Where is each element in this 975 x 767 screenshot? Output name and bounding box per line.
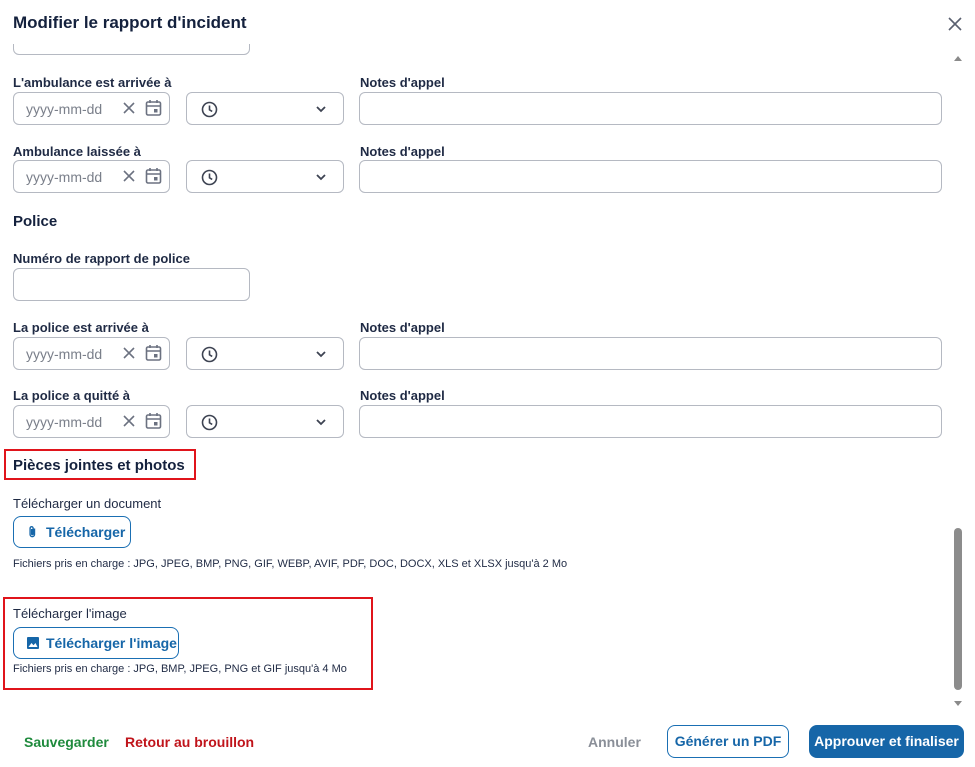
partial-input[interactable] bbox=[13, 44, 250, 55]
image-icon bbox=[27, 637, 39, 649]
police-arrived-label: La police est arrivée à bbox=[13, 320, 149, 335]
ambulance-left-date[interactable]: yyyy-mm-dd bbox=[13, 160, 170, 193]
ambulance-left-label: Ambulance laissée à bbox=[13, 144, 141, 159]
image-help-text: Fichiers pris en charge : JPG, BMP, JPEG… bbox=[13, 663, 347, 675]
police-arrived-time[interactable] bbox=[186, 337, 344, 370]
police-section-title: Police bbox=[13, 213, 58, 230]
scroll-up-icon[interactable] bbox=[954, 56, 962, 61]
calendar-icon[interactable] bbox=[145, 167, 162, 185]
date-placeholder: yyyy-mm-dd bbox=[26, 101, 103, 117]
police-left-time[interactable] bbox=[186, 405, 344, 438]
chevron-down-icon bbox=[316, 106, 326, 113]
form-scroll-area: L'ambulance est arrivée à Notes d'appel … bbox=[0, 44, 950, 704]
dialog-title: Modifier le rapport d'incident bbox=[13, 13, 247, 32]
date-placeholder: yyyy-mm-dd bbox=[26, 346, 103, 362]
upload-document-label: Télécharger un document bbox=[13, 496, 162, 511]
ambulance-arrived-label: L'ambulance est arrivée à bbox=[13, 75, 172, 90]
generate-pdf-button[interactable]: Générer un PDF bbox=[667, 725, 789, 758]
clock-icon bbox=[201, 414, 218, 431]
ambulance-left-time[interactable] bbox=[186, 160, 344, 193]
cancel-button[interactable]: Annuler bbox=[588, 734, 641, 750]
document-help-text: Fichiers pris en charge : JPG, JPEG, BMP… bbox=[13, 558, 568, 570]
upload-image-label: Télécharger l'image bbox=[13, 606, 127, 621]
police-left-notes[interactable] bbox=[359, 405, 942, 438]
attachments-section-title: Pièces jointes et photos bbox=[13, 457, 185, 474]
calendar-icon[interactable] bbox=[145, 99, 162, 117]
calendar-icon[interactable] bbox=[145, 344, 162, 362]
save-button[interactable]: Sauvegarder bbox=[24, 734, 109, 750]
clear-icon[interactable] bbox=[122, 414, 136, 428]
upload-image-button[interactable]: Télécharger l'image bbox=[13, 627, 179, 659]
date-placeholder: yyyy-mm-dd bbox=[26, 414, 103, 430]
notes-label: Notes d'appel bbox=[360, 388, 445, 403]
ambulance-arrived-notes[interactable] bbox=[359, 92, 942, 125]
police-report-number-input[interactable] bbox=[13, 268, 250, 301]
notes-label: Notes d'appel bbox=[360, 144, 445, 159]
clear-icon[interactable] bbox=[122, 101, 136, 115]
police-arrived-notes[interactable] bbox=[359, 337, 942, 370]
ambulance-left-notes[interactable] bbox=[359, 160, 942, 193]
ambulance-arrived-time[interactable] bbox=[186, 92, 344, 125]
police-left-date[interactable]: yyyy-mm-dd bbox=[13, 405, 170, 438]
clear-icon[interactable] bbox=[122, 346, 136, 360]
chevron-down-icon bbox=[316, 174, 326, 181]
upload-document-button-label: Télécharger bbox=[46, 524, 126, 540]
notes-label: Notes d'appel bbox=[360, 75, 445, 90]
chevron-down-icon bbox=[316, 351, 326, 358]
scroll-down-icon[interactable] bbox=[954, 701, 962, 706]
ambulance-arrived-date[interactable]: yyyy-mm-dd bbox=[13, 92, 170, 125]
police-arrived-date[interactable]: yyyy-mm-dd bbox=[13, 337, 170, 370]
upload-document-button[interactable]: Télécharger bbox=[13, 516, 131, 548]
clock-icon bbox=[201, 101, 218, 118]
notes-label: Notes d'appel bbox=[360, 320, 445, 335]
scrollbar[interactable] bbox=[951, 54, 965, 706]
upload-image-button-label: Télécharger l'image bbox=[46, 635, 177, 651]
chevron-down-icon bbox=[316, 419, 326, 426]
police-report-number-label: Numéro de rapport de police bbox=[13, 251, 190, 266]
clock-icon bbox=[201, 169, 218, 186]
calendar-icon[interactable] bbox=[145, 412, 162, 430]
clear-icon[interactable] bbox=[122, 169, 136, 183]
scrollbar-thumb[interactable] bbox=[954, 528, 962, 690]
clock-icon bbox=[201, 346, 218, 363]
paperclip-icon bbox=[29, 526, 36, 538]
date-placeholder: yyyy-mm-dd bbox=[26, 169, 103, 185]
back-to-draft-button[interactable]: Retour au brouillon bbox=[125, 734, 254, 750]
police-left-label: La police a quitté à bbox=[13, 388, 131, 403]
approve-finalize-button[interactable]: Approuver et finaliser bbox=[809, 725, 964, 758]
close-icon[interactable] bbox=[946, 15, 964, 33]
